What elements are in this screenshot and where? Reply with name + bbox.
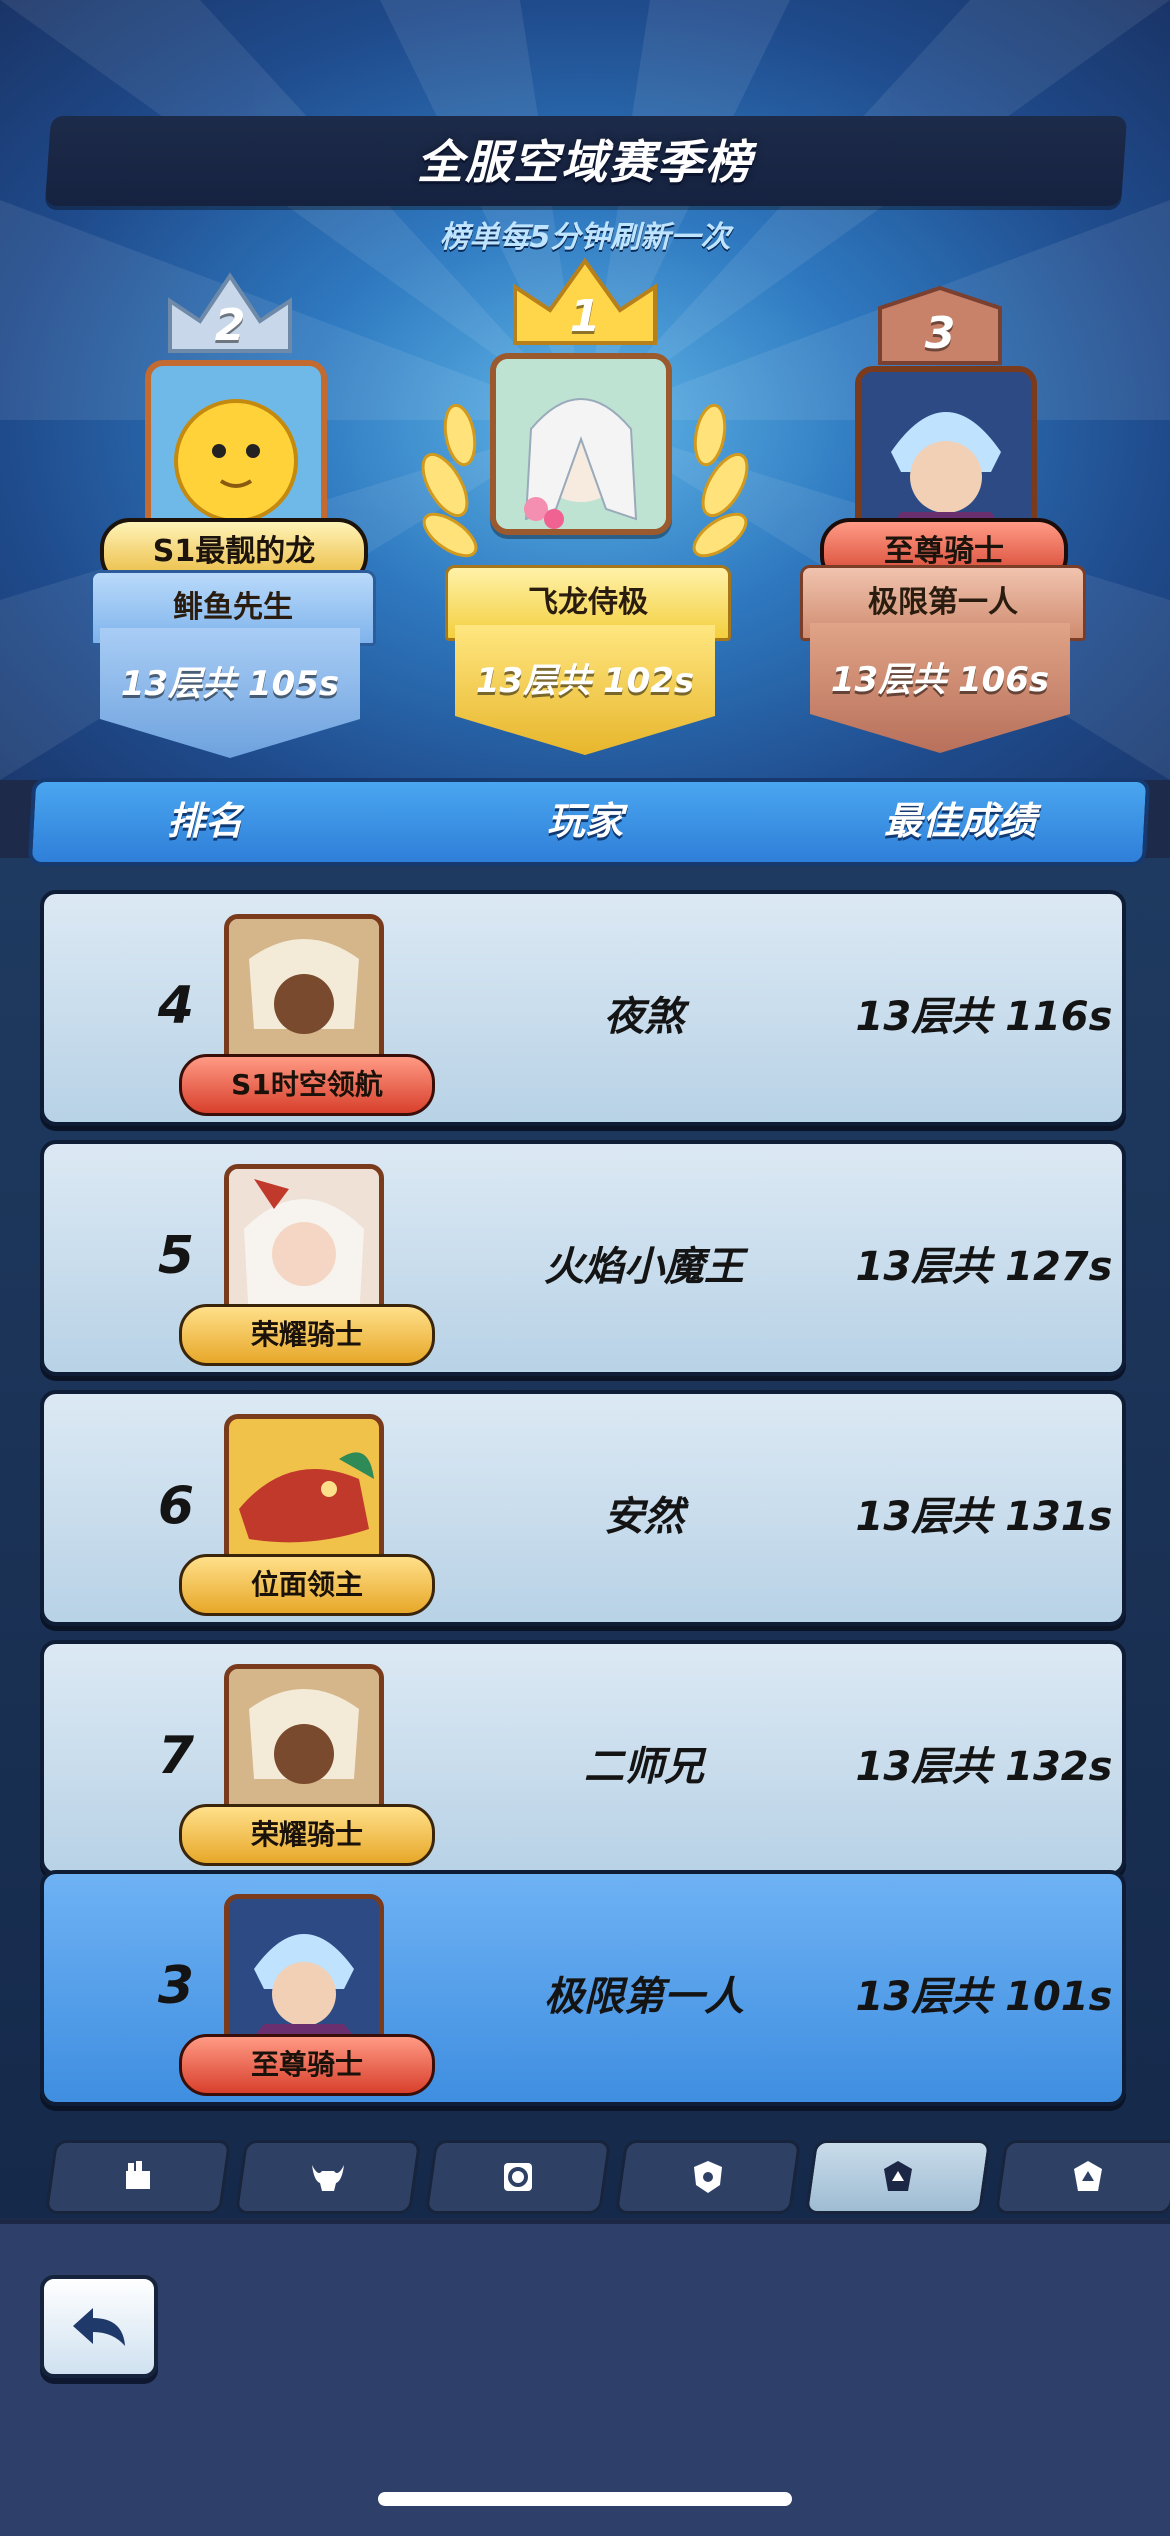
row-player-name: 二师兄: [584, 1744, 704, 1790]
white-hair-demon-girl-icon: [229, 1169, 379, 1319]
bull-icon: [312, 2165, 344, 2191]
row-player-name: 夜煞: [604, 994, 684, 1040]
row-score: 13层共 131s: [855, 1494, 1113, 1540]
row-score: 13层共 101s: [855, 1974, 1113, 2020]
table-row[interactable]: 5 荣耀骑士 火焰小魔王 13层共 127s: [40, 1140, 1126, 1376]
row-title-badge: 位面领主: [179, 1554, 435, 1616]
row-avatar: [224, 914, 384, 1074]
row-player-name: 安然: [604, 1494, 684, 1540]
row-title-badge: 荣耀骑士: [179, 1804, 435, 1866]
back-button[interactable]: [40, 2275, 158, 2378]
red-dragon-icon: [229, 1419, 379, 1569]
row-player-name: 极限第一人: [544, 1974, 744, 2020]
bottom-panel: [0, 2220, 1170, 2536]
row-avatar: [224, 1894, 384, 2054]
header-best-score: 最佳成绩: [883, 799, 1036, 843]
tab-hand[interactable]: [44, 2140, 232, 2214]
table-row[interactable]: 4 S1时空领航 夜煞 13层共 116s: [40, 890, 1126, 1126]
header-rank: 排名: [166, 799, 243, 843]
tab-bull[interactable]: [234, 2140, 422, 2214]
podium-rank-2[interactable]: 2 S1最靓的龙 鲱鱼先生 13层共 105s: [90, 270, 376, 770]
refresh-note: 榜单每5分钟刷新一次: [439, 220, 731, 255]
category-tabs: [0, 2130, 1170, 2220]
row-rank: 7: [157, 1726, 195, 1786]
row-rank: 5: [157, 1226, 195, 1286]
podium-rank-number: 3: [924, 308, 956, 359]
tab-swirl[interactable]: [424, 2140, 612, 2214]
row-rank: 4: [157, 976, 195, 1036]
row-avatar: [224, 1664, 384, 1824]
row-avatar: [224, 1414, 384, 1574]
row-title-badge: 荣耀骑士: [179, 1304, 435, 1366]
blue-hair-warrior-icon: [861, 372, 1031, 542]
self-rank-row[interactable]: 3 至尊骑士 极限第一人 13层共 101s: [40, 1870, 1126, 2106]
player-avatar: [490, 353, 672, 535]
shield-icon: [694, 2161, 722, 2193]
podium-rank-1[interactable]: 1 飞龙侍极 13层共 102s: [421, 255, 749, 775]
player-avatar: [145, 360, 327, 542]
sky-emblem-alt-icon: [1074, 2161, 1102, 2191]
white-hair-girl-icon: [496, 359, 666, 529]
row-rank: 3: [157, 1956, 195, 2016]
white-hair-dark-warrior-icon: [229, 1669, 379, 1819]
yellow-creature-icon: [174, 399, 298, 523]
row-player-name: 火焰小魔王: [544, 1244, 744, 1290]
row-rank: 6: [157, 1476, 195, 1536]
table-row[interactable]: 7 荣耀骑士 二师兄 13层共 132s: [40, 1640, 1126, 1876]
blue-hair-warrior-icon: [229, 1899, 379, 2049]
row-score: 13层共 116s: [855, 994, 1113, 1040]
white-hair-dark-warrior-icon: [229, 919, 379, 1069]
row-avatar: [224, 1164, 384, 1324]
podium-score: 13层共 105s: [120, 664, 340, 704]
header-player: 玩家: [546, 799, 623, 843]
row-title-badge: S1时空领航: [179, 1054, 435, 1116]
table-row[interactable]: 6 位面领主 安然 13层共 131s: [40, 1390, 1126, 1626]
podium-rank-number: 1: [569, 291, 601, 342]
tab-sky-emblem-alt[interactable]: [994, 2140, 1170, 2214]
podium-rank-number: 2: [214, 300, 246, 351]
sky-emblem-icon: [884, 2161, 912, 2191]
back-arrow-icon: [73, 2307, 125, 2346]
swirl-icon: [504, 2163, 532, 2191]
home-indicator[interactable]: [378, 2492, 792, 2506]
row-score: 13层共 127s: [855, 1244, 1113, 1290]
page-title: 全服空域赛季榜: [417, 135, 753, 189]
podium-score: 13层共 102s: [475, 661, 695, 701]
podium-score: 13层共 106s: [830, 660, 1050, 700]
tab-sky-emblem[interactable]: [804, 2140, 992, 2214]
row-score: 13层共 132s: [855, 1744, 1113, 1790]
hand-icon: [126, 2161, 150, 2189]
podium-rank-3[interactable]: 3 至尊骑士 极限第一人 13层共 106s: [800, 280, 1086, 770]
tab-shield[interactable]: [614, 2140, 802, 2214]
row-title-badge: 至尊骑士: [179, 2034, 435, 2096]
